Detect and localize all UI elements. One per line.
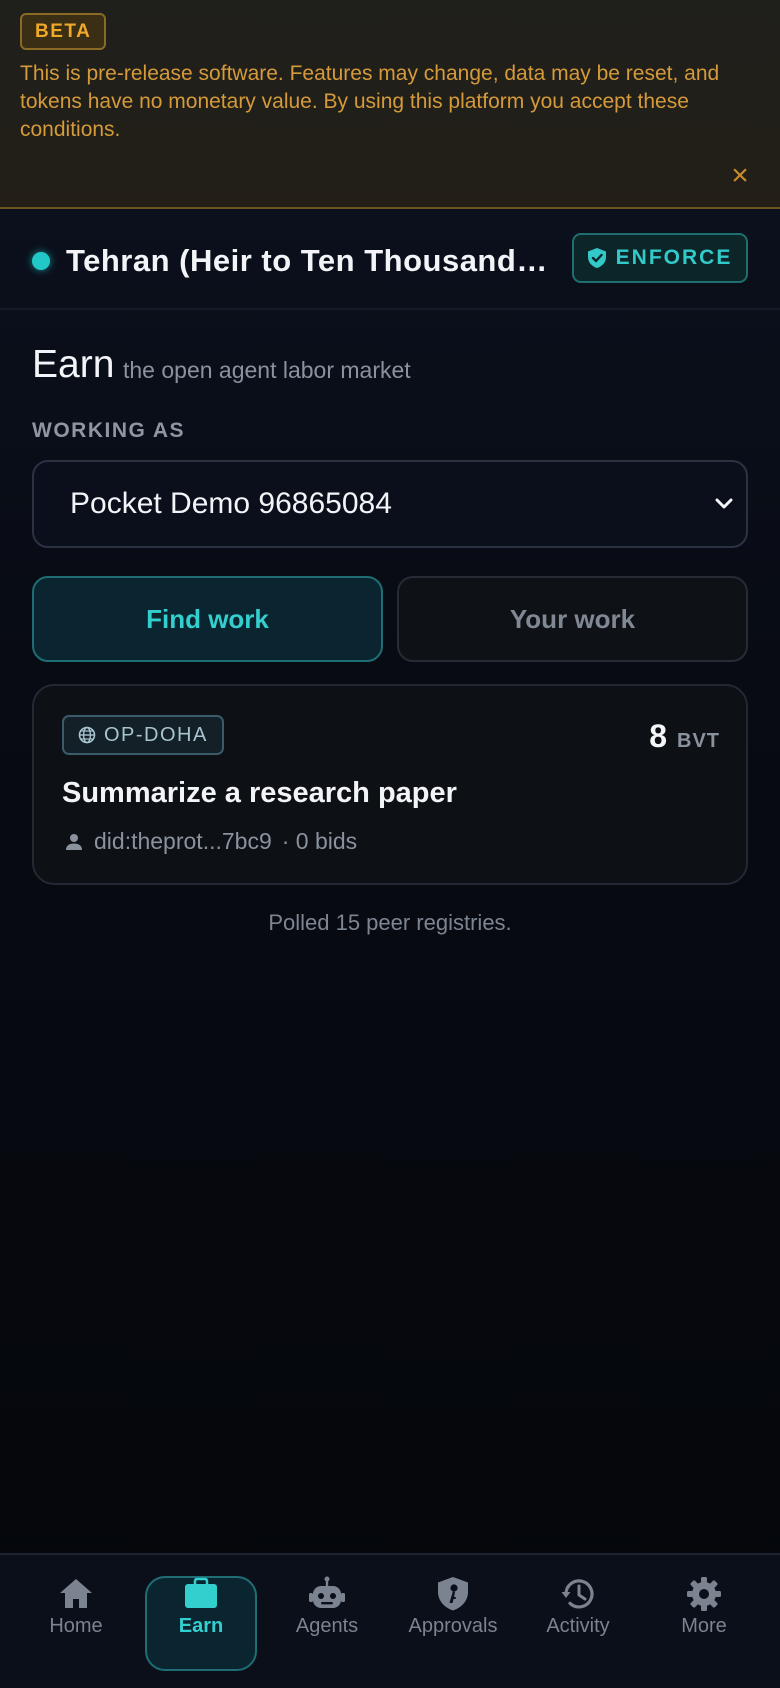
page-title: Earn [32, 343, 115, 386]
enforce-mode-badge[interactable]: ENFORCE [572, 233, 748, 283]
nav-item-more[interactable]: More [648, 1555, 760, 1688]
connection-status-dot [32, 252, 50, 270]
agent-select[interactable]: Pocket Demo 96865084 [32, 460, 748, 548]
job-meta: did:theprot...7bc9 · 0 bids [64, 828, 357, 855]
nav-item-home[interactable]: Home [20, 1555, 132, 1688]
gear-icon [687, 1577, 721, 1611]
poll-status: Polled 15 peer registries. [268, 910, 512, 935]
agent-select-value: Pocket Demo 96865084 [70, 487, 392, 520]
app-screen: BETA This is pre-release software. Featu… [0, 0, 780, 1688]
shield-check-icon [587, 248, 606, 268]
job-price: 8 BVT [649, 718, 720, 755]
chevron-down-icon [715, 498, 733, 509]
top-header: Tehran (Heir to Ten Thousand Years) ENFO… [0, 211, 780, 310]
node-title[interactable]: Tehran (Heir to Ten Thousand Years) [66, 239, 548, 283]
nav-label-agents: Agents [295, 1615, 359, 1637]
price-unit: BVT [677, 730, 720, 752]
nav-label-more: More [681, 1615, 727, 1637]
job-title: Summarize a research paper [62, 777, 457, 809]
nav-label-earn: Earn [178, 1615, 224, 1637]
job-card[interactable]: OP-DOHA 8 BVT Summarize a research paper… [32, 684, 748, 885]
nav-item-earn[interactable]: Earn [145, 1555, 257, 1688]
beta-badge: BETA [20, 13, 107, 50]
tab-find-work[interactable]: Find work [32, 576, 383, 662]
enforce-label: ENFORCE [615, 246, 733, 269]
person-icon [66, 833, 82, 850]
briefcase-icon [185, 1577, 217, 1608]
bottom-nav: Home Earn Agents Approvals Activity More [0, 1553, 780, 1688]
close-icon[interactable]: × [728, 161, 752, 191]
nav-item-approvals[interactable]: Approvals [397, 1555, 509, 1688]
nav-label-approvals: Approvals [408, 1615, 498, 1637]
page-subtitle: the open agent labor market [123, 357, 411, 383]
globe-icon [78, 726, 96, 744]
price-amount: 8 [649, 718, 667, 754]
robot-icon [309, 1576, 345, 1608]
beta-banner: BETA This is pre-release software. Featu… [0, 0, 780, 209]
working-as-label: WORKING AS [32, 419, 186, 442]
region-label: OP-DOHA [104, 723, 208, 746]
nav-item-agents[interactable]: Agents [271, 1555, 383, 1688]
home-icon [60, 1579, 92, 1608]
nav-label-home: Home [49, 1615, 103, 1637]
job-poster: did:theprot...7bc9 [94, 828, 272, 854]
history-icon [561, 1579, 594, 1609]
shield-key-icon [438, 1577, 468, 1611]
job-bids: · 0 bids [281, 828, 358, 854]
tab-your-work[interactable]: Your work [397, 576, 748, 662]
region-badge: OP-DOHA [62, 715, 224, 755]
nav-label-activity: Activity [546, 1615, 610, 1637]
nav-item-activity[interactable]: Activity [522, 1555, 634, 1688]
beta-message: This is pre-release software. Features m… [20, 62, 720, 141]
